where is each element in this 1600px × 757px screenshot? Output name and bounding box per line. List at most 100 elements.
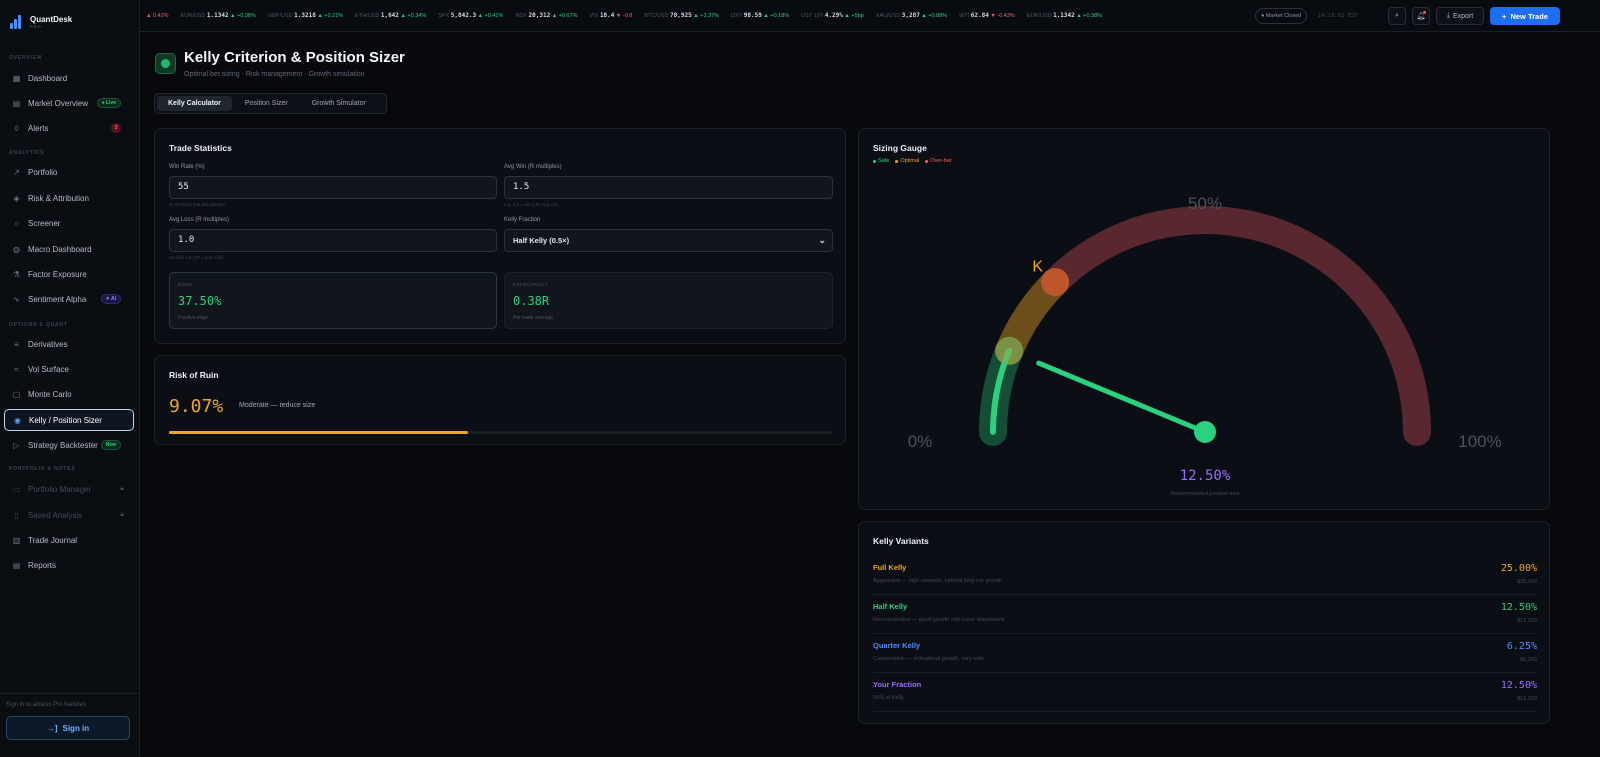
avg-loss-hint: Usually 1.0 (1R = your risk): [169, 255, 224, 260]
ticker-symbol: XAU/USD: [875, 13, 901, 19]
sidebar-item-label: Reports: [28, 560, 57, 570]
tab-kelly-calculator[interactable]: Kelly Calculator: [157, 96, 232, 111]
ticker-change: ▼ -0.43%: [990, 13, 1015, 19]
gauge-min-label: 0%: [908, 432, 933, 451]
sidebar-item-factor-exposure[interactable]: ⚗ Factor Exposure: [4, 263, 134, 285]
ticker-item[interactable]: NDX 20,312 ▲ +0.67%: [515, 0, 577, 32]
variant-name: Full Kelly: [873, 563, 907, 572]
avg-win-input[interactable]: 1.5: [504, 176, 833, 199]
ticker-item[interactable]: DXY 98.59 ▲ +0.18%: [731, 0, 789, 32]
avg-loss-label: Avg Loss (R multiples): [169, 217, 229, 223]
pulse-icon: ∿: [13, 294, 20, 304]
sidebar-item-saved-analysis[interactable]: ▯ Saved Analysis 🔒︎: [4, 504, 134, 526]
trade-statistics-card: Trade Statistics Win Rate (%) 55 % of tr…: [154, 128, 846, 344]
sidebar-item-portfolio[interactable]: ↗ Portfolio: [4, 161, 134, 183]
new-trade-button[interactable]: + New Trade: [1490, 7, 1560, 25]
sidebar-item-label: Risk & Attribution: [28, 193, 89, 203]
ticker-price: 3,287: [901, 12, 920, 19]
sidebar-item-screener[interactable]: ○ Screener: [4, 212, 134, 234]
kelly-variant-half-kelly[interactable]: Half Kelly Recommended — good growth with…: [873, 595, 1537, 634]
sidebar-item-vol-surface[interactable]: ≈ Vol Surface: [4, 358, 134, 380]
sidebar-item-alerts[interactable]: ◊ Alerts 3: [4, 117, 134, 139]
sidebar-item-label: Trade Journal: [28, 535, 78, 545]
risk-of-ruin-bar-fill: [169, 431, 468, 434]
tab-growth-simulator[interactable]: Growth Simulator: [301, 96, 377, 111]
ticker-symbol: VIX: [589, 13, 599, 19]
sidebar-badge: ● Live: [96, 98, 121, 108]
sidebar-item-label: Kelly / Position Sizer: [29, 415, 102, 425]
avg-loss-input[interactable]: 1.0: [169, 229, 497, 252]
kelly-fraction-label: Kelly Fraction: [504, 217, 541, 223]
sidebar-item-derivatives[interactable]: ≡ Derivatives: [4, 333, 134, 355]
variant-amount: $12,500: [1517, 696, 1537, 702]
flask-icon: ⚗: [12, 269, 21, 279]
edge-metric: EDGE 37.50% Positive edge: [169, 272, 497, 329]
gauge-needle-hub: [1194, 421, 1216, 443]
sidebar-item-dashboard[interactable]: ▦ Dashboard: [4, 67, 134, 89]
sidebar-item-risk-attribution[interactable]: ◈ Risk & Attribution: [4, 187, 134, 209]
ticker-item[interactable]: UST 10Y 4.29% ▲ +5bp: [801, 0, 864, 32]
ticker-item[interactable]: VIX 18.4 ▼ -0.8: [590, 0, 633, 32]
sidebar-item-label: Strategy Backtester: [28, 440, 98, 450]
ticker-symbol: SPX: [438, 13, 450, 19]
avg-win-hint: e.g. 1.5 = win 1.5× avg risk: [504, 202, 558, 207]
lock-icon: 🔒︎: [120, 485, 124, 492]
kelly-variant-your-fraction[interactable]: Your Fraction 50% of Kelly 12.50% $12,500: [873, 673, 1537, 712]
ticker-item[interactable]: GBP/USD 1.3218 ▲ +0.21%: [268, 0, 343, 32]
sidebar-item-macro-dashboard[interactable]: ◍ Macro Dashboard: [4, 238, 134, 260]
gauge-value-readout: 12.50%: [1180, 468, 1231, 484]
export-button[interactable]: ⤓ Export: [1436, 7, 1484, 25]
brand-logo[interactable]: QuantDesk PRO: [10, 14, 72, 29]
sidebar-item-portfolio-manager[interactable]: ▭ Portfolio Manager 🔒︎: [4, 478, 134, 500]
gauge-kelly-label: K: [1032, 258, 1043, 275]
sidebar-item-label: Portfolio: [28, 167, 58, 177]
win-rate-hint: % of trades that are winners: [169, 202, 226, 207]
ticker-item[interactable]: EUR/USD 1.1342 ▲ +0.38%: [181, 0, 256, 32]
sidebar-section-options-quant: OPTIONS & QUANT: [9, 322, 68, 328]
ticker-change: ▲ +0.41%: [477, 13, 504, 19]
ticker-item[interactable]: ETH/USD 1,642 ▲ +0.34%: [355, 0, 426, 32]
win-rate-input[interactable]: 55: [169, 176, 497, 199]
ticker-item[interactable]: XAU/USD 3,287 ▲ +0.88%: [876, 0, 947, 32]
sidebar-section-overview: OVERVIEW: [9, 55, 43, 61]
notifications-button[interactable]: 🔔︎: [1412, 7, 1430, 25]
kelly-variant-quarter-kelly[interactable]: Quarter Kelly Conservative — suboptimal g…: [873, 634, 1537, 673]
sidebar-item-trade-journal[interactable]: ▥ Trade Journal: [4, 529, 134, 551]
sidebar-item-market-overview[interactable]: ▤ Market Overview ● Live: [4, 92, 134, 114]
kelly-page-icon: [155, 53, 176, 74]
ticker-price: 5,842.3: [450, 12, 477, 19]
book-icon: ▥: [12, 535, 21, 545]
kelly-variant-full-kelly[interactable]: Full Kelly Aggressive — high variance, op…: [873, 556, 1537, 595]
risk-of-ruin-bar: [169, 431, 833, 434]
sidebar-item-monte-carlo[interactable]: ▢ Monte Carlo: [4, 383, 134, 405]
sidebar-item-kelly-position-sizer[interactable]: ◉ Kelly / Position Sizer: [4, 409, 134, 431]
ticker-item[interactable]: EUR/USD 1.1342 ▲ +0.38%: [1027, 0, 1102, 32]
variant-amount: $12,500: [1517, 618, 1537, 624]
kelly-fraction-select[interactable]: Half Kelly (0.5×) ⌄: [504, 229, 833, 252]
ticker-symbol: EUR/USD: [180, 13, 206, 19]
variant-amount: $6,250: [1520, 657, 1537, 663]
target-icon: ◉: [14, 415, 21, 425]
sidebar-item-strategy-backtester[interactable]: ▷ Strategy Backtester New: [4, 434, 134, 456]
sign-in-button[interactable]: →] Sign in: [6, 716, 130, 740]
download-icon: ⤓: [1446, 12, 1450, 19]
chevron-down-icon: ⌄: [818, 235, 826, 245]
ticker-item[interactable]: WTI 62.84 ▼ -0.43%: [959, 0, 1015, 32]
tab-position-sizer[interactable]: Position Sizer: [234, 96, 299, 111]
plus-icon: +: [1502, 11, 1507, 21]
ticker-change: ▲ +0.67%: [551, 13, 578, 19]
grid-icon: ▦: [12, 73, 21, 83]
search-button[interactable]: ⌕: [1388, 7, 1406, 25]
variant-percent: 6.25%: [1506, 641, 1537, 652]
trade-statistics-title: Trade Statistics: [169, 143, 232, 153]
sidebar-item-reports[interactable]: ▤ Reports: [4, 554, 134, 576]
shield-icon: ◈: [13, 193, 20, 203]
play-icon: ▷: [13, 440, 20, 450]
ticker-item[interactable]: BTC/USD 78,925 ▲ +3.37%: [644, 0, 719, 32]
ticker-item[interactable]: ▲ 0.42%: [146, 0, 169, 32]
kelly-fraction-value: Half Kelly (0.5×): [513, 236, 570, 245]
ticker-item[interactable]: SPX 5,842.3 ▲ +0.41%: [438, 0, 503, 32]
edge-value: 37.50%: [178, 294, 222, 308]
variant-description: 50% of Kelly: [873, 695, 904, 701]
sidebar-item-sentiment-alpha[interactable]: ∿ Sentiment Alpha ✦ AI: [4, 288, 134, 310]
